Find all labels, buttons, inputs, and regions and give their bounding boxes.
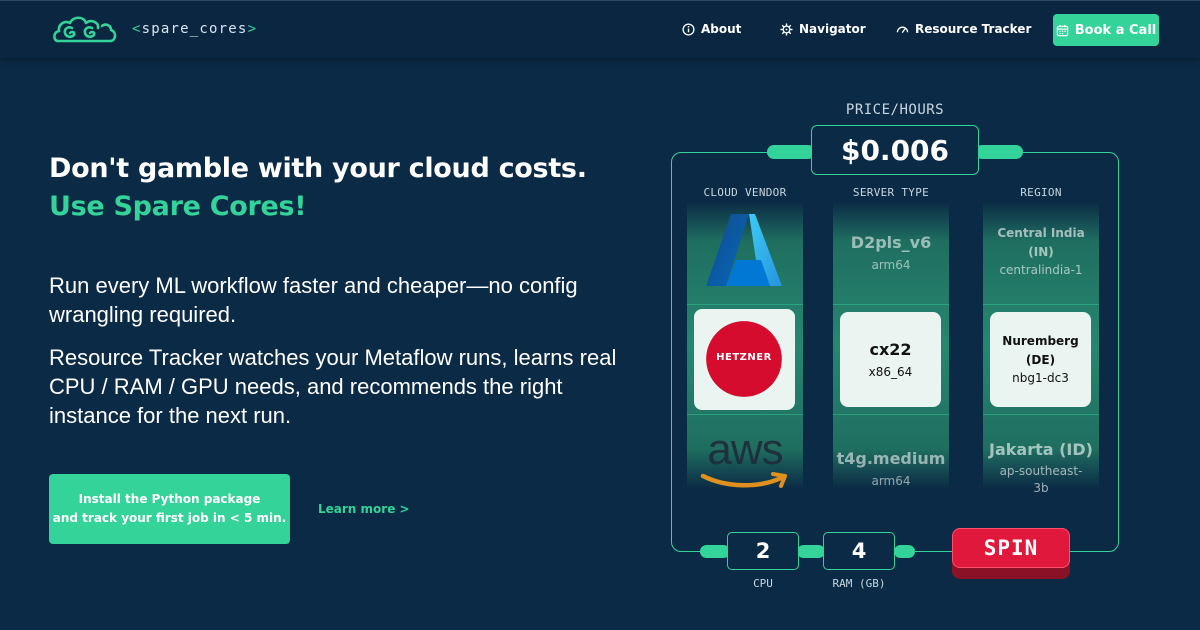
nav-navigator-label: Navigator: [799, 22, 866, 36]
region-option-3: Jakarta (ID) ap-southeast- 3b: [983, 436, 1099, 500]
hero-paragraph-1: Run every ML workflow faster and cheaper…: [49, 273, 578, 327]
column-header-vendor: CLOUD VENDOR: [703, 186, 787, 199]
reel-divider: [833, 414, 949, 415]
brand-name: spare_cores: [141, 21, 248, 37]
server-type: cx22: [869, 340, 912, 359]
cta-line-1: Install the Python package: [78, 492, 261, 506]
stat-connector-middle: [797, 545, 825, 558]
region-code: ap-southeast-: [999, 463, 1083, 478]
server-arch: arm64: [871, 473, 911, 488]
server-type: D2pls_v6: [850, 232, 932, 252]
cpu-value: 2: [727, 532, 799, 570]
compass-icon: [780, 22, 793, 36]
aws-smile-icon: [700, 472, 787, 488]
region-name: Jakarta (ID): [989, 439, 1093, 459]
reel-divider: [833, 304, 949, 305]
stat-connector-right: [894, 545, 915, 558]
book-a-call-label: Book a Call: [1074, 22, 1157, 38]
cta-line-2: and track your first job in < 5 min.: [52, 511, 287, 525]
reel-divider: [687, 304, 803, 305]
nav-navigator[interactable]: Navigator: [780, 22, 866, 36]
region-code: nbg1-dc3: [1012, 371, 1069, 385]
nav-about-label: About: [701, 22, 742, 36]
region-option-selected: Nuremberg (DE) nbg1-dc3: [990, 312, 1091, 407]
reel-divider: [687, 414, 803, 415]
install-package-button[interactable]: Install the Python package and track you…: [49, 474, 290, 544]
info-circle-icon: [682, 22, 695, 36]
server-type: t4g.medium: [836, 448, 946, 468]
server-option-selected: cx22 x86_64: [840, 312, 941, 407]
column-header-server: SERVER TYPE: [852, 186, 930, 199]
region-option-1: Central India (IN) centralindia-1: [983, 220, 1099, 282]
server-option-1: D2pls_v6 arm64: [833, 222, 949, 282]
gauge-icon: [896, 26, 909, 33]
price-connector-right: [975, 145, 1023, 159]
price-display: $0.006: [811, 125, 979, 175]
hetzner-wordmark: HETZNER: [716, 352, 772, 363]
price-label: PRICE/HOURS: [845, 102, 945, 118]
region-country: (IN): [1028, 244, 1054, 259]
reel-divider: [983, 304, 1099, 305]
spare-cores-logo[interactable]: [52, 13, 118, 47]
region-code: centralindia-1: [999, 262, 1083, 277]
top-header: <spare_cores> About Navigator Resource T…: [0, 0, 1200, 58]
reel-divider: [983, 414, 1099, 415]
hero-headline: Don't gamble with your cloud costs.: [49, 153, 587, 184]
price-connector-left: [767, 145, 815, 159]
nav-about[interactable]: About: [682, 22, 741, 36]
ram-value: 4: [823, 532, 895, 570]
stat-connector-left: [700, 545, 730, 558]
calendar-icon: [1056, 24, 1068, 36]
azure-logo: [706, 214, 782, 286]
ram-label: RAM (GB): [832, 577, 886, 590]
region-country: (DE): [1025, 353, 1056, 367]
spin-button[interactable]: SPIN: [952, 528, 1070, 568]
learn-more-link[interactable]: Learn more >: [318, 502, 410, 516]
nav-resource-tracker-label: Resource Tracker: [915, 22, 1032, 36]
book-a-call-button[interactable]: Book a Call: [1053, 14, 1159, 46]
server-option-3: t4g.medium arm64: [833, 438, 949, 498]
region-name: Nuremberg: [1002, 334, 1079, 348]
nav-resource-tracker[interactable]: Resource Tracker: [896, 22, 1031, 36]
brand-close-bracket: >: [247, 21, 258, 37]
aws-logo: aws: [697, 428, 793, 498]
hero-paragraph-2: Resource Tracker watches your Metaflow r…: [49, 345, 617, 428]
region-name: Central India: [997, 225, 1085, 240]
aws-wordmark: aws: [707, 425, 783, 474]
server-arch: arm64: [871, 257, 911, 272]
column-header-region: REGION: [1020, 186, 1062, 199]
cpu-label: CPU: [753, 577, 773, 590]
region-code-cont: 3b: [1033, 480, 1049, 495]
hero-headline-accent: Use Spare Cores!: [49, 191, 307, 222]
server-arch: x86_64: [868, 365, 913, 379]
brand-open-bracket: <: [132, 21, 142, 37]
brand-wordmark[interactable]: <spare_cores>: [132, 21, 257, 37]
